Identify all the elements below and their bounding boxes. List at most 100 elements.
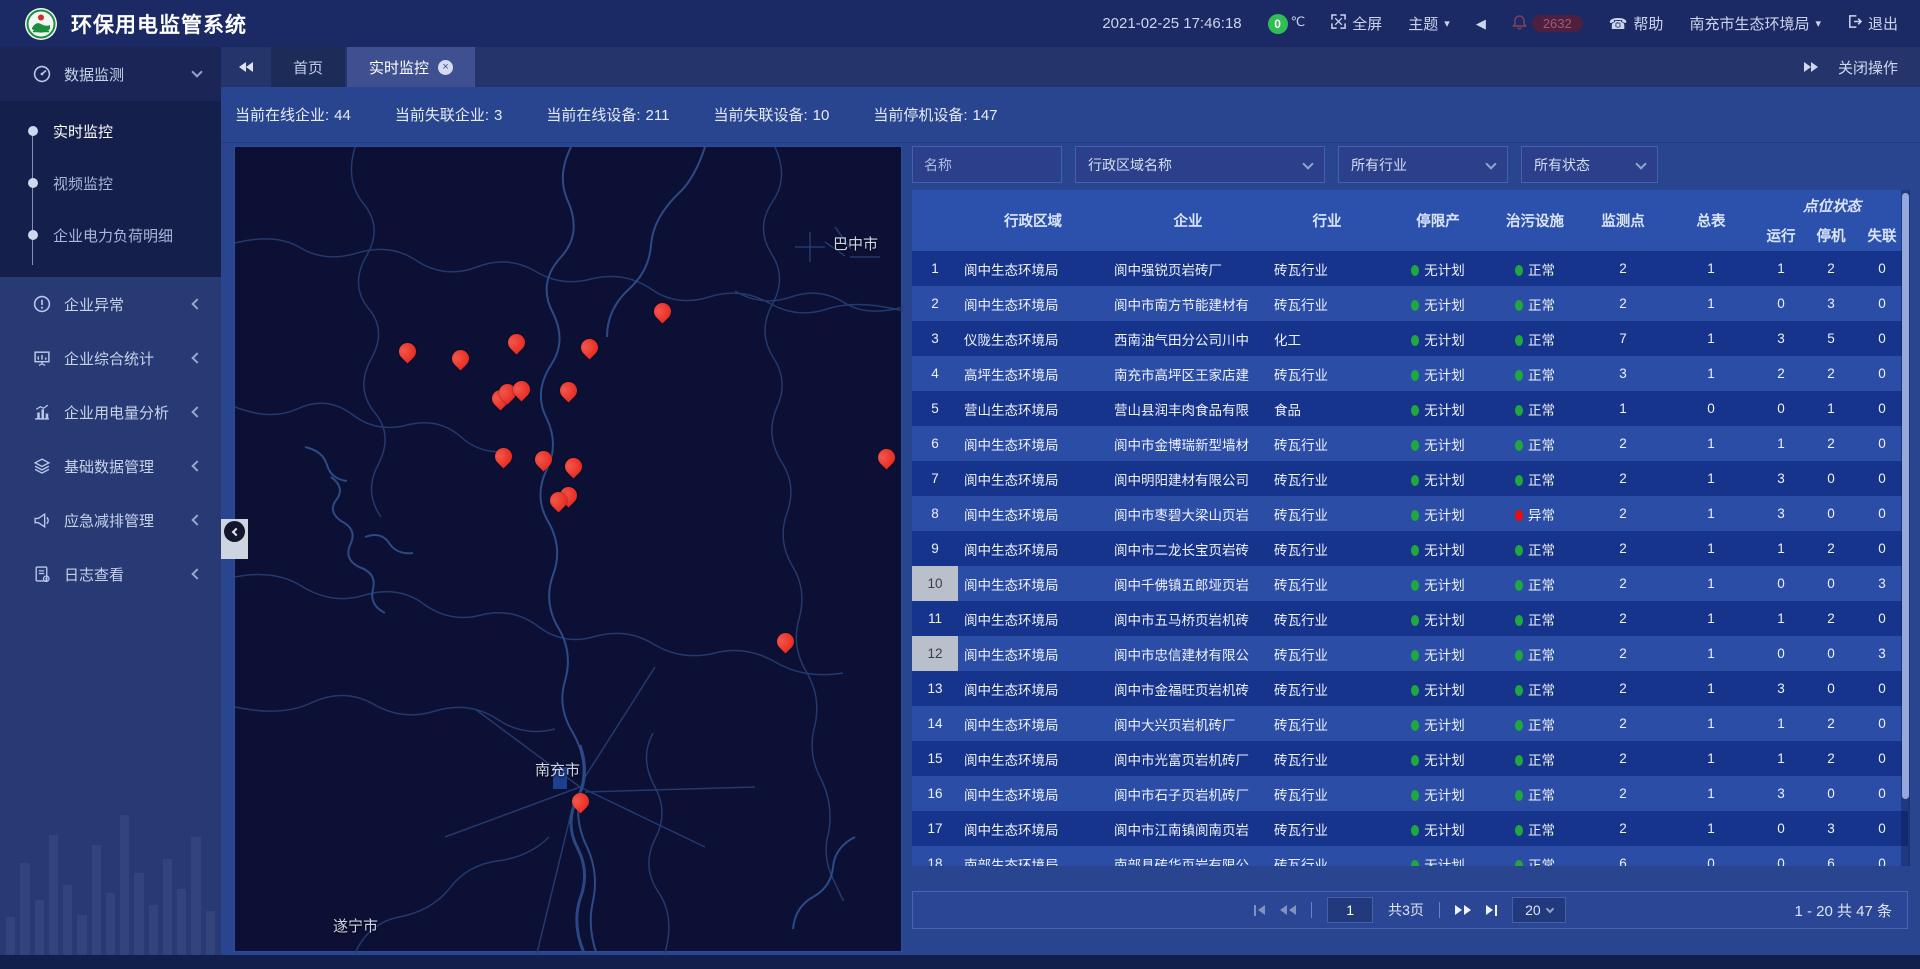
- tab-1[interactable]: 实时监控×: [347, 47, 475, 87]
- cell-company: 南充市高坪区王家店建: [1108, 356, 1268, 391]
- page-size-select[interactable]: 20: [1512, 897, 1566, 923]
- status-dot-green: [1515, 440, 1523, 451]
- table-row-18[interactable]: 18南部生态环境局南部县砖华页岩有限公砖瓦行业无计划正常60060: [912, 846, 1908, 866]
- cell-run: 1: [1756, 426, 1806, 461]
- table-row-14[interactable]: 14阆中生态环境局阆中大兴页岩机砖厂砖瓦行业无计划正常21120: [912, 706, 1908, 741]
- cell-industry: 砖瓦行业: [1268, 741, 1386, 776]
- tab-0[interactable]: 首页: [271, 47, 345, 87]
- name-filter-input[interactable]: [912, 146, 1062, 183]
- first-page-icon[interactable]: [1254, 905, 1265, 916]
- logout-button[interactable]: 退出: [1847, 13, 1898, 34]
- table-row-3[interactable]: 3仪陇生态环境局西南油气田分公司川中化工无计划正常71350: [912, 321, 1908, 356]
- map-collapse-handle[interactable]: [221, 519, 248, 559]
- cell-run: 3: [1756, 496, 1806, 531]
- sidebar-item-2[interactable]: 企业综合统计: [0, 331, 221, 385]
- status-dot-green: [1411, 300, 1419, 311]
- cell-index: 14: [912, 706, 958, 741]
- cell-run: 0: [1756, 286, 1806, 321]
- table-row-10[interactable]: 10阆中生态环境局阆中千佛镇五郎垭页岩砖瓦行业无计划正常21003: [912, 566, 1908, 601]
- table-row-12[interactable]: 12阆中生态环境局阆中市忠信建材有限公砖瓦行业无计划正常21003: [912, 636, 1908, 671]
- table-row-5[interactable]: 5营山生态环境局营山县润丰肉食品有限食品无计划正常10010: [912, 391, 1908, 426]
- cell-index: 16: [912, 776, 958, 811]
- stat-item-2: 当前在线设备:211: [546, 104, 669, 125]
- theme-dropdown[interactable]: 主题▾: [1408, 13, 1450, 34]
- sidebar-subitem-2[interactable]: 企业电力负荷明细: [0, 209, 221, 261]
- app-logo-icon: [24, 7, 58, 41]
- sidebar-subitem-1[interactable]: 视频监控: [0, 157, 221, 209]
- scrollbar-thumb[interactable]: [1902, 193, 1909, 799]
- stat-value: 3: [494, 107, 502, 124]
- last-page-icon[interactable]: [1486, 905, 1497, 916]
- cell-meters: 1: [1666, 321, 1756, 356]
- industry-filter-select[interactable]: 所有行业: [1338, 146, 1508, 183]
- megaphone-icon: [33, 511, 51, 529]
- cell-region: 阆中生态环境局: [958, 706, 1108, 741]
- cell-run: 3: [1756, 461, 1806, 496]
- cell-points: 2: [1580, 776, 1666, 811]
- sidebar-item-5[interactable]: 应急减排管理: [0, 493, 221, 547]
- help-button[interactable]: ☎ 帮助: [1609, 13, 1664, 34]
- cell-stop: 2: [1806, 356, 1856, 391]
- table-scrollbar[interactable]: [1901, 190, 1910, 866]
- sidebar-subitem-0[interactable]: 实时监控: [0, 105, 221, 157]
- table-row-9[interactable]: 9阆中生态环境局阆中市二龙长宝页岩砖砖瓦行业无计划正常21120: [912, 531, 1908, 566]
- cell-points: 2: [1580, 426, 1666, 461]
- cell-stop: 0: [1806, 776, 1856, 811]
- table-row-13[interactable]: 13阆中生态环境局阆中市金福旺页岩机砖砖瓦行业无计划正常21300: [912, 671, 1908, 706]
- cell-facility: 正常: [1490, 741, 1580, 776]
- cell-meters: 1: [1666, 811, 1756, 846]
- cell-index: 15: [912, 741, 958, 776]
- notification-button[interactable]: 2632: [1512, 14, 1583, 34]
- table-row-6[interactable]: 6阆中生态环境局阆中市金博瑞新型墙材砖瓦行业无计划正常21120: [912, 426, 1908, 461]
- sidebar-item-0[interactable]: 数据监测: [0, 47, 221, 101]
- org-dropdown[interactable]: 南充市生态环境局▾: [1689, 13, 1821, 34]
- cell-facility: 正常: [1490, 251, 1580, 286]
- scroll-tabs-right-icon[interactable]: [1804, 59, 1818, 76]
- tab-close-icon[interactable]: ×: [438, 60, 453, 75]
- sidebar-item-1[interactable]: 企业异常: [0, 277, 221, 331]
- cell-industry: 砖瓦行业: [1268, 776, 1386, 811]
- map-panel[interactable]: 巴中市南充市遂宁市: [234, 146, 902, 952]
- table-row-11[interactable]: 11阆中生态环境局阆中市五马桥页岩机砖砖瓦行业无计划正常21120: [912, 601, 1908, 636]
- sidebar-item-3[interactable]: 企业用电量分析: [0, 385, 221, 439]
- cell-run: 1: [1756, 601, 1806, 636]
- fullscreen-button[interactable]: 全屏: [1331, 13, 1382, 34]
- stat-item-0: 当前在线企业:44: [235, 104, 351, 125]
- cell-meters: 1: [1666, 776, 1756, 811]
- stats-bar: 当前在线企业:44当前失联企业:3当前在线设备:211当前失联设备:10当前停机…: [221, 87, 1920, 143]
- table-row-16[interactable]: 16阆中生态环境局阆中市石子页岩机砖厂砖瓦行业无计划正常21300: [912, 776, 1908, 811]
- prev-page-icon[interactable]: [1280, 905, 1296, 915]
- status-filter-select[interactable]: 所有状态: [1521, 146, 1658, 183]
- stat-item-1: 当前失联企业:3: [395, 104, 503, 125]
- chevron-down-icon: [1485, 158, 1496, 169]
- col-industry: 行业: [1268, 190, 1386, 251]
- cell-run: 3: [1756, 321, 1806, 356]
- table-row-4[interactable]: 4高坪生态环境局南充市高坪区王家店建砖瓦行业无计划正常31220: [912, 356, 1908, 391]
- scroll-tabs-left-icon[interactable]: [221, 47, 271, 87]
- page-number-input[interactable]: [1327, 897, 1373, 923]
- sidebar-item-6[interactable]: 日志查看: [0, 547, 221, 601]
- cell-meters: 1: [1666, 426, 1756, 461]
- stat-value: 10: [813, 107, 830, 124]
- close-operations-button[interactable]: 关闭操作: [1838, 57, 1898, 78]
- alert-icon: [33, 295, 51, 313]
- table-row-1[interactable]: 1阆中生态环境局阆中强锐页岩砖厂砖瓦行业无计划正常21120: [912, 251, 1908, 286]
- phone-icon: ☎: [1609, 15, 1628, 33]
- region-filter-select[interactable]: 行政区域名称: [1075, 146, 1325, 183]
- table-row-7[interactable]: 7阆中生态环境局阆中明阳建材有限公司砖瓦行业无计划正常21300: [912, 461, 1908, 496]
- sidebar-item-4[interactable]: 基础数据管理: [0, 439, 221, 493]
- cell-run: 0: [1756, 566, 1806, 601]
- table-row-15[interactable]: 15阆中生态环境局阆中市光富页岩机砖厂砖瓦行业无计划正常21120: [912, 741, 1908, 776]
- cell-facility: 正常: [1490, 776, 1580, 811]
- cell-index: 10: [912, 566, 958, 601]
- sidebar-subitem-label: 视频监控: [53, 173, 113, 194]
- status-dot-green: [1515, 545, 1523, 556]
- cell-facility: 正常: [1490, 811, 1580, 846]
- audio-icon[interactable]: ◀: [1476, 16, 1486, 32]
- table-row-17[interactable]: 17阆中生态环境局阆中市江南镇阆南页岩砖瓦行业无计划正常21030: [912, 811, 1908, 846]
- table-row-8[interactable]: 8阆中生态环境局阆中市枣碧大梁山页岩砖瓦行业无计划异常21300: [912, 496, 1908, 531]
- cell-facility: 正常: [1490, 426, 1580, 461]
- table-row-2[interactable]: 2阆中生态环境局阆中市南方节能建材有砖瓦行业无计划正常21030: [912, 286, 1908, 321]
- next-page-icon[interactable]: [1455, 905, 1471, 915]
- cell-region: 阆中生态环境局: [958, 601, 1108, 636]
